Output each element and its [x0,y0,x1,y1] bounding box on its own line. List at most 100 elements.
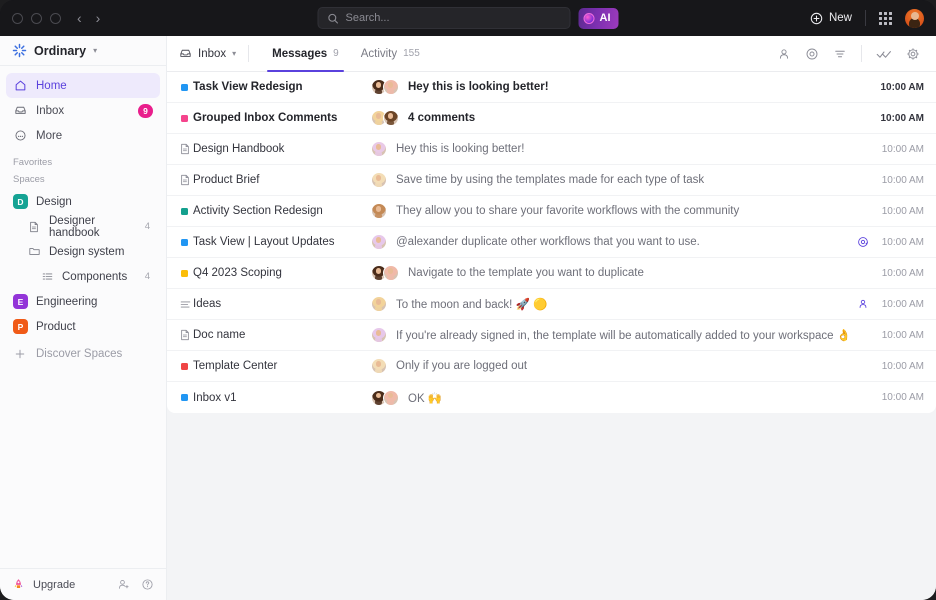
close-window-button[interactable] [12,12,23,24]
space-label: Product [36,320,76,333]
window-controls[interactable] [12,12,61,24]
upgrade-label[interactable]: Upgrade [33,579,75,591]
search-placeholder: Search... [345,12,390,24]
avatar [371,203,387,219]
workspace-logo-icon [12,43,27,58]
message-title: Task View | Layout Updates [193,236,335,248]
sidebar-item-label: Inbox [36,104,65,117]
space-chip-product: P [13,319,28,334]
forward-arrow-icon[interactable]: › [96,11,101,25]
inbox-toolbar: Inbox ▾ Messages 9 Activity 155 [167,36,936,72]
search-input[interactable]: Search... [317,7,571,29]
tab-messages[interactable]: Messages 9 [261,36,350,72]
message-row[interactable]: Design Handbook Hey this is looking bette… [167,134,936,165]
avatar-group [371,203,387,219]
sidebar-item-designer-handbook[interactable]: Designer handbook 4 [6,214,160,239]
sidebar-item-design[interactable]: D Design [6,189,160,214]
maximize-window-button[interactable] [50,12,61,24]
mention-filter-icon[interactable] [805,47,819,61]
message-row[interactable]: Task View Redesign Hey this is looking be… [167,72,936,103]
mark-all-read-icon[interactable] [876,47,892,61]
history-nav[interactable]: ‹ › [77,11,100,25]
sidebar-item-inbox[interactable]: Inbox 9 [6,98,160,123]
space-label: Components [62,270,128,283]
inbox-selector[interactable]: Inbox ▾ [179,47,248,60]
message-timestamp: 10:00 AM [881,205,924,217]
chevron-down-icon[interactable]: ▾ [93,46,97,55]
sidebar-item-design-system[interactable]: Design system [6,239,160,264]
message-row[interactable]: Grouped Inbox Comments 4 comments 10:00 AM [167,103,936,134]
list-icon [179,298,193,311]
discover-spaces-button[interactable]: Discover Spaces [6,341,160,366]
app-window: ‹ › Search... AI New Ordinary ▾ Home Inb… [0,0,936,600]
inbox-tabs: Messages 9 Activity 155 [261,36,431,72]
assignee-filter-icon[interactable] [777,47,791,61]
status-square-icon [179,362,193,370]
avatar-group [371,79,399,95]
plus-circle-icon [810,12,823,24]
status-square-icon [179,238,193,246]
sidebar-item-more[interactable]: More [6,123,160,148]
message-row[interactable]: Product Brief Save time by using the temp… [167,165,936,196]
message-preview: Save time by using the templates made fo… [396,174,705,186]
message-title: Grouped Inbox Comments [193,112,338,124]
toolbar-actions [777,45,924,62]
message-title: Task View Redesign [193,81,303,93]
sidebar-item-label: Home [36,79,67,92]
filter-icon[interactable] [833,47,847,61]
workspace-name: Ordinary [34,43,87,58]
avatar[interactable] [905,8,924,28]
chevron-down-icon: ▾ [232,49,237,58]
space-chip-engineering: E [13,294,28,309]
space-chip-design: D [13,194,28,209]
message-row[interactable]: Activity Section Redesign They allow you … [167,196,936,227]
search-area: Search... AI [317,7,619,29]
message-row[interactable]: Inbox v1 OK 🙌 10:00 AM [167,382,936,413]
sidebar-item-product[interactable]: P Product [6,314,160,339]
avatar-group [371,358,387,374]
minimize-window-button[interactable] [31,12,42,24]
ai-button-label: AI [599,12,611,24]
inbox-icon [180,49,191,57]
sidebar-nav: Home Inbox 9 More [0,66,166,148]
sidebar-item-engineering[interactable]: E Engineering [6,289,160,314]
message-row[interactable]: Template Center Only if you are logged ou… [167,351,936,382]
message-title: Ideas [193,298,222,310]
avatar-group [371,234,387,250]
sidebar-item-home[interactable]: Home [6,73,160,98]
message-row[interactable]: Doc name If you're already signed in, the… [167,320,936,351]
avatar-group [371,327,387,343]
ai-button[interactable]: AI [578,7,619,29]
space-label: Engineering [36,295,98,308]
back-arrow-icon[interactable]: ‹ [77,11,82,25]
message-row[interactable]: Q4 2023 Scoping Navigate to the template … [167,258,936,289]
workspace-switcher[interactable]: Ordinary ▾ [0,36,166,66]
message-timestamp: 10:00 AM [881,329,924,341]
status-square-icon [179,83,193,91]
app-body: Ordinary ▾ Home Inbox 9 More Favorites S… [0,36,936,600]
message-timestamp: 10:00 AM [881,236,924,248]
space-label: Design system [49,245,125,258]
invite-user-icon[interactable] [117,578,130,591]
help-icon[interactable] [141,578,154,591]
spaces-tree: D Design Designer handbook 4 Design syst… [0,189,166,366]
ai-orb-icon [583,12,595,24]
discover-label: Discover Spaces [36,347,123,360]
apps-grid-icon[interactable] [879,11,892,25]
gear-icon[interactable] [906,47,920,61]
new-button[interactable]: New [810,12,852,25]
message-preview: 4 comments [408,112,476,124]
avatar [383,110,399,126]
message-row[interactable]: Ideas To the moon and back! 🚀 🟡 10:00 AM [167,289,936,320]
tab-activity[interactable]: Activity 155 [350,36,431,72]
message-title: Product Brief [193,174,260,186]
sidebar-item-components[interactable]: Components 4 [6,264,160,289]
message-row[interactable]: Task View | Layout Updates @alexander dup… [167,227,936,258]
folder-icon [27,245,41,259]
avatar-group [371,172,387,188]
tab-label: Activity [360,47,398,60]
home-icon [13,79,27,93]
status-square-icon [179,114,193,122]
avatar-group [371,141,387,157]
avatar-group [371,110,399,126]
